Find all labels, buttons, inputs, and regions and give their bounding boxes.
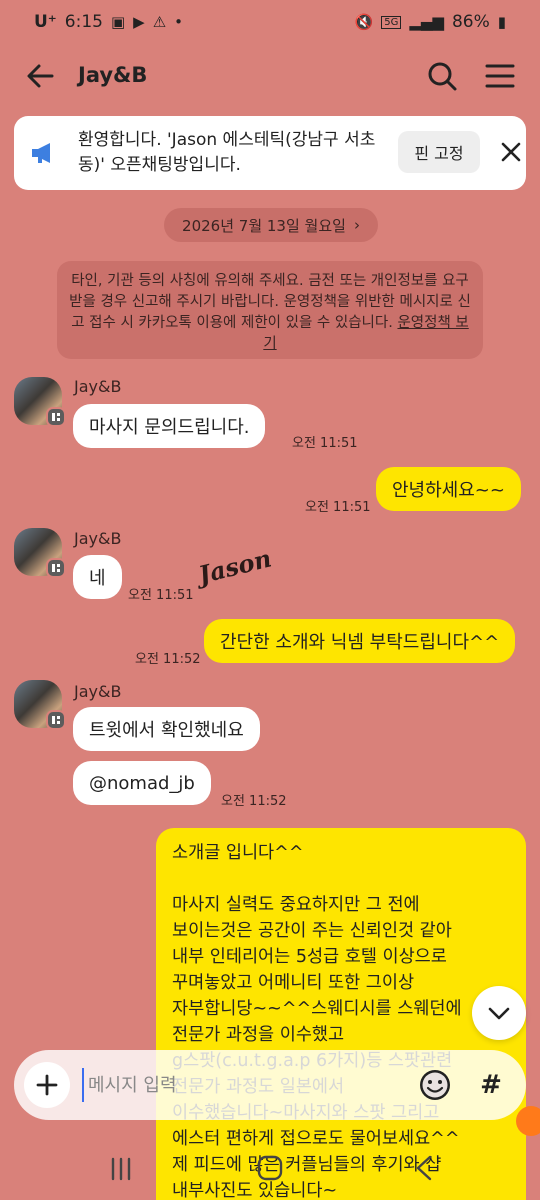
notice-text: 환영합니다. 'Jason 에스테틱(강남구 서초동)' 오픈채팅방입니다.: [78, 130, 376, 175]
sender-name: Jay&B: [74, 682, 122, 701]
floating-badge-icon[interactable]: [516, 1106, 540, 1136]
message-time: 오전 11:52: [221, 794, 287, 809]
notice-banner[interactable]: 환영합니다. 'Jason 에스테틱(강남구 서초동)' 오픈채팅방입니다. 핀…: [14, 116, 526, 190]
profile-badge-icon: [46, 710, 66, 730]
home-icon[interactable]: [256, 1154, 284, 1182]
message-bubble-mine[interactable]: 간단한 소개와 닉넴 부탁드립니다^^: [204, 619, 516, 663]
message-time: 오전 11:52: [135, 652, 201, 667]
gallery-icon: ▣: [110, 13, 126, 31]
dot-icon: •: [174, 13, 184, 31]
message-input[interactable]: [82, 1068, 412, 1102]
back-button[interactable]: [22, 58, 58, 94]
date-divider[interactable]: 2026년 7월 13일 월요일 ›: [164, 208, 378, 242]
sender-name: Jay&B: [74, 377, 122, 396]
message-bubble-mine[interactable]: 안녕하세요~~: [376, 467, 521, 511]
nav-back-icon[interactable]: [412, 1154, 436, 1182]
youtube-icon: ▶: [133, 13, 145, 31]
message-time: 오전 11:51: [292, 436, 358, 451]
attach-button[interactable]: [24, 1062, 70, 1108]
plus-icon: [36, 1074, 58, 1096]
message-composer: #: [14, 1050, 526, 1120]
menu-button[interactable]: [482, 58, 518, 94]
avatar[interactable]: [14, 377, 66, 427]
alert-icon: ⚠: [152, 13, 167, 31]
avatar[interactable]: [14, 680, 66, 730]
mute-icon: 🔇: [354, 13, 374, 31]
emoji-icon[interactable]: [418, 1068, 452, 1102]
message-time: 오전 11:51: [305, 500, 371, 515]
date-label: 2026년 7월 13일 월요일: [182, 216, 346, 235]
avatar[interactable]: [14, 528, 66, 578]
chevron-down-icon: [488, 1007, 510, 1020]
hamburger-icon: [485, 64, 515, 88]
sender-name: Jay&B: [74, 529, 122, 548]
clock: 6:15: [64, 12, 103, 32]
message-bubble[interactable]: 트윗에서 확인했네요: [73, 707, 260, 751]
chat-title: Jay&B: [78, 63, 148, 87]
search-button[interactable]: [424, 58, 460, 94]
battery-level: 86%: [451, 12, 490, 32]
carrier-label: U⁺: [34, 12, 57, 32]
network-badge: 5G: [381, 15, 402, 29]
profile-badge-icon: [46, 558, 66, 578]
profile-badge-icon: [46, 407, 66, 427]
message-bubble[interactable]: @nomad_jb: [73, 761, 211, 805]
status-bar: U⁺ 6:15 ▣ ▶ ⚠ • 🔇 5G ▂▄▆ 86% ▮: [0, 0, 540, 44]
message-bubble[interactable]: 네: [73, 555, 122, 599]
recent-apps-icon[interactable]: [108, 1156, 134, 1182]
chat-header: Jay&B: [0, 50, 540, 104]
watermark-signature: Jason: [195, 543, 275, 590]
close-icon[interactable]: [498, 139, 524, 165]
search-icon: [428, 62, 457, 91]
hashtag-button[interactable]: #: [470, 1064, 512, 1106]
message-bubble[interactable]: 마사지 문의드립니다.: [73, 404, 266, 448]
megaphone-icon: [32, 143, 50, 163]
safety-warning: 타인, 기관 등의 사칭에 유의해 주세요. 금전 또는 개인정보를 요구 받을…: [57, 261, 483, 359]
hashtag-icon: #: [480, 1070, 502, 1100]
arrow-left-icon: [27, 64, 54, 88]
battery-icon: ▮: [497, 13, 506, 31]
chevron-right-icon: ›: [353, 216, 360, 234]
message-time: 오전 11:51: [128, 588, 194, 603]
signal-icon: ▂▄▆: [409, 13, 444, 31]
pin-button[interactable]: 핀 고정: [398, 131, 480, 173]
scroll-to-bottom-button[interactable]: [472, 986, 526, 1040]
system-nav-bar: [0, 1140, 540, 1200]
